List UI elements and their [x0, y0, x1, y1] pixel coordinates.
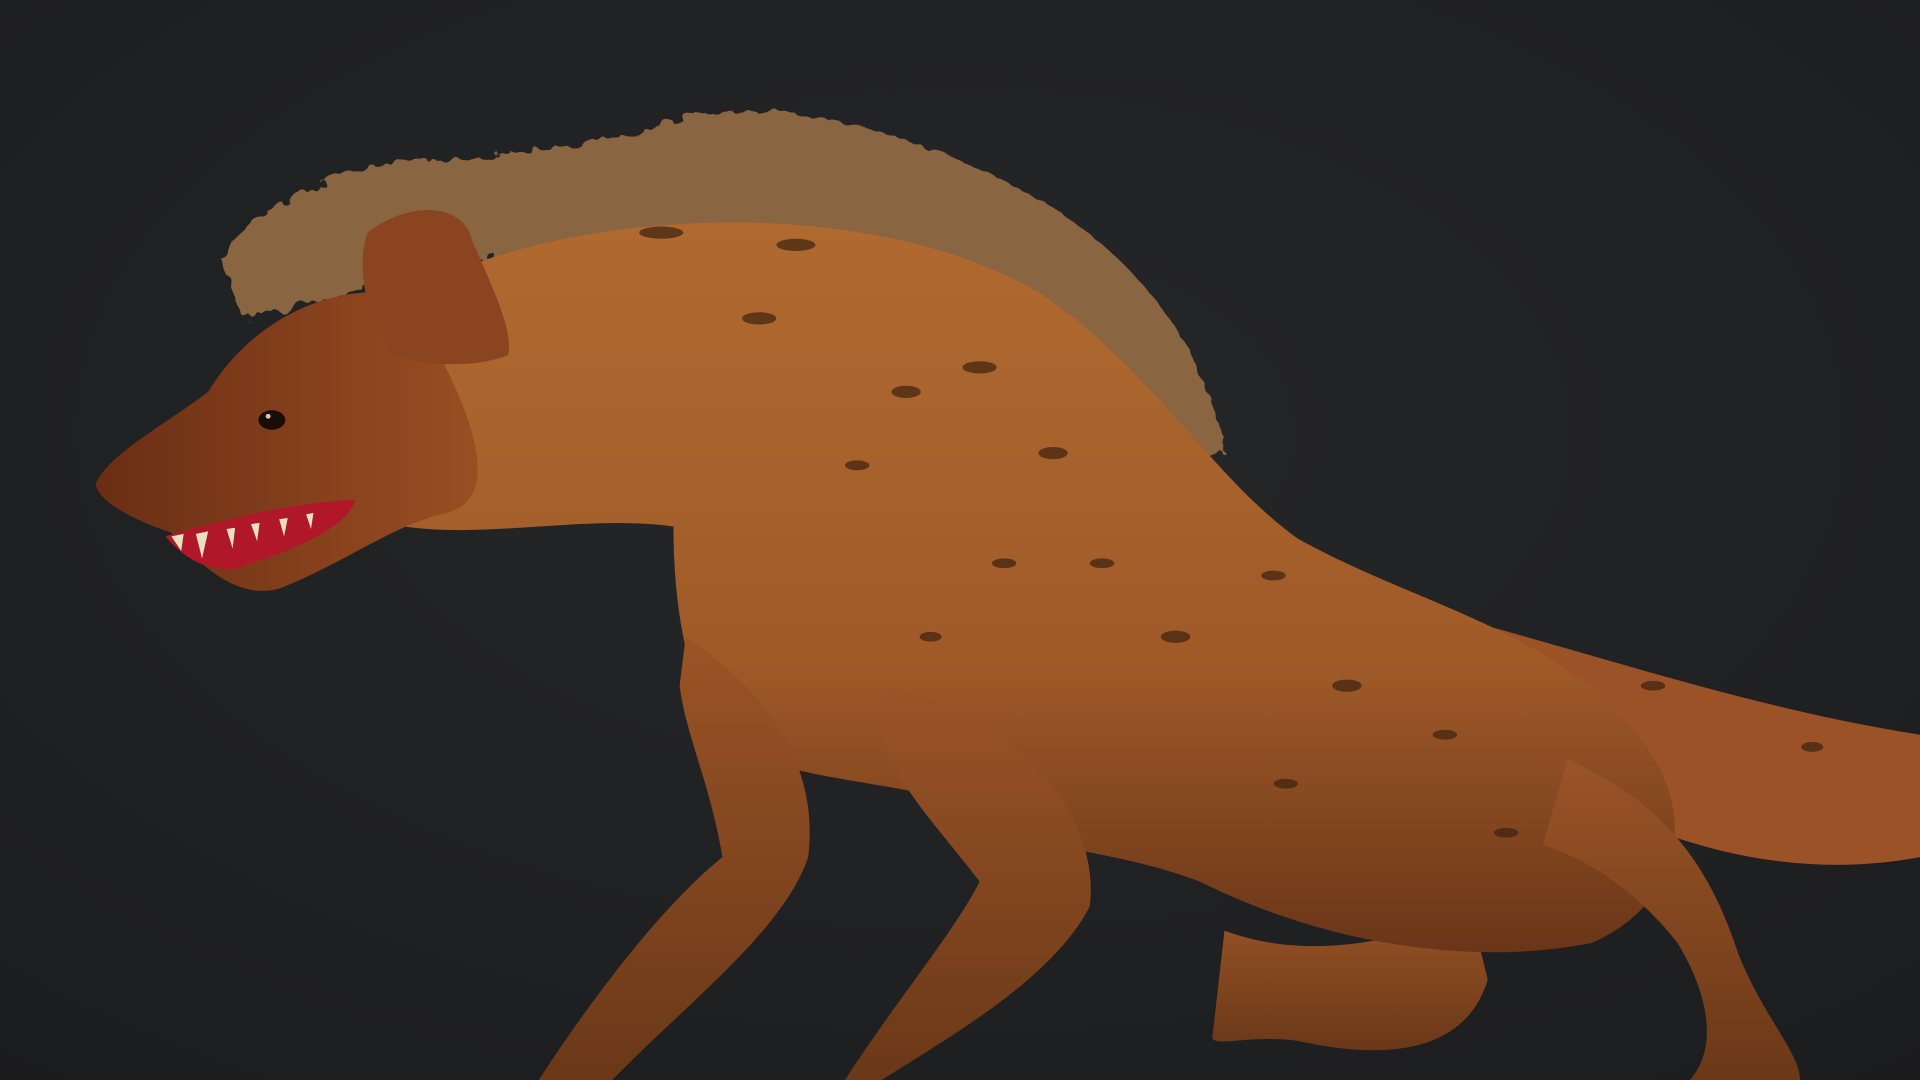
- render-viewport: [0, 0, 1920, 1080]
- hyena-render: [0, 0, 1920, 1080]
- eye: [258, 410, 286, 430]
